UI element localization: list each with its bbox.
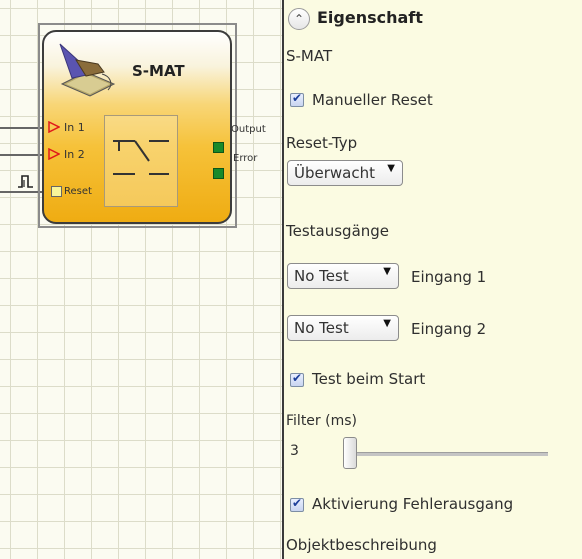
filter-slider-track[interactable]: [346, 452, 548, 456]
block-title: S-MAT: [132, 62, 185, 80]
switch-contact-icon: [113, 140, 169, 175]
input2-label: Eingang 2: [411, 320, 487, 338]
input-wire-reset: [0, 191, 42, 193]
reset-type-value: Überwacht: [294, 164, 375, 182]
enable-error-output-label: Aktivierung Fehlerausgang: [312, 495, 514, 513]
reset-pin-square: [51, 186, 62, 197]
input-arrow-2-icon: [48, 148, 60, 160]
properties-panel: ⌃ Eigenschaft S-MAT Manueller Reset Rese…: [284, 0, 582, 559]
input-label-reset: Reset: [64, 186, 92, 197]
mat-sensor-icon: [59, 43, 116, 97]
output-pin-output[interactable]: [213, 142, 224, 153]
chevron-up-icon[interactable]: ⌃: [288, 8, 310, 30]
enable-error-output-checkbox[interactable]: [290, 496, 304, 512]
input1-test-value: No Test: [294, 267, 349, 285]
reset-type-dropdown[interactable]: Überwacht ▼: [287, 160, 403, 186]
filter-value: 3: [290, 443, 299, 459]
output-label-error: Error: [233, 153, 258, 164]
input-label-in1: In 1: [64, 121, 85, 134]
contact-symbol-box: [104, 115, 178, 207]
input2-test-value: No Test: [294, 319, 349, 337]
manual-reset-checkbox[interactable]: [290, 91, 304, 107]
input2-test-dropdown[interactable]: No Test ▼: [287, 315, 399, 341]
filter-label: Filter (ms): [286, 413, 357, 429]
object-name: S-MAT: [286, 47, 333, 65]
input1-test-dropdown[interactable]: No Test ▼: [287, 263, 399, 289]
manual-reset-label: Manueller Reset: [312, 91, 433, 109]
triangle-down-icon: ▼: [383, 266, 391, 277]
output-pin-error[interactable]: [213, 168, 224, 179]
input-arrow-1-icon: [48, 121, 60, 133]
triangle-down-icon: ▼: [387, 163, 395, 174]
test-at-start-checkbox[interactable]: [290, 371, 304, 387]
triangle-down-icon: ▼: [383, 318, 391, 329]
filter-slider-thumb[interactable]: [343, 437, 357, 469]
design-canvas[interactable]: S-MAT In 1 In 2 Reset Output Error: [0, 0, 282, 559]
reset-type-label: Reset-Typ: [286, 134, 358, 152]
input-label-in2: In 2: [64, 148, 85, 161]
input1-label: Eingang 1: [411, 268, 487, 286]
test-at-start-label: Test beim Start: [312, 370, 426, 388]
test-outputs-label: Testausgänge: [286, 222, 390, 240]
properties-title: Eigenschaft: [317, 8, 423, 27]
pulse-signal-icon: [18, 175, 33, 188]
output-label-output: Output: [231, 124, 266, 135]
object-description-label: Objektbeschreibung: [286, 536, 437, 554]
